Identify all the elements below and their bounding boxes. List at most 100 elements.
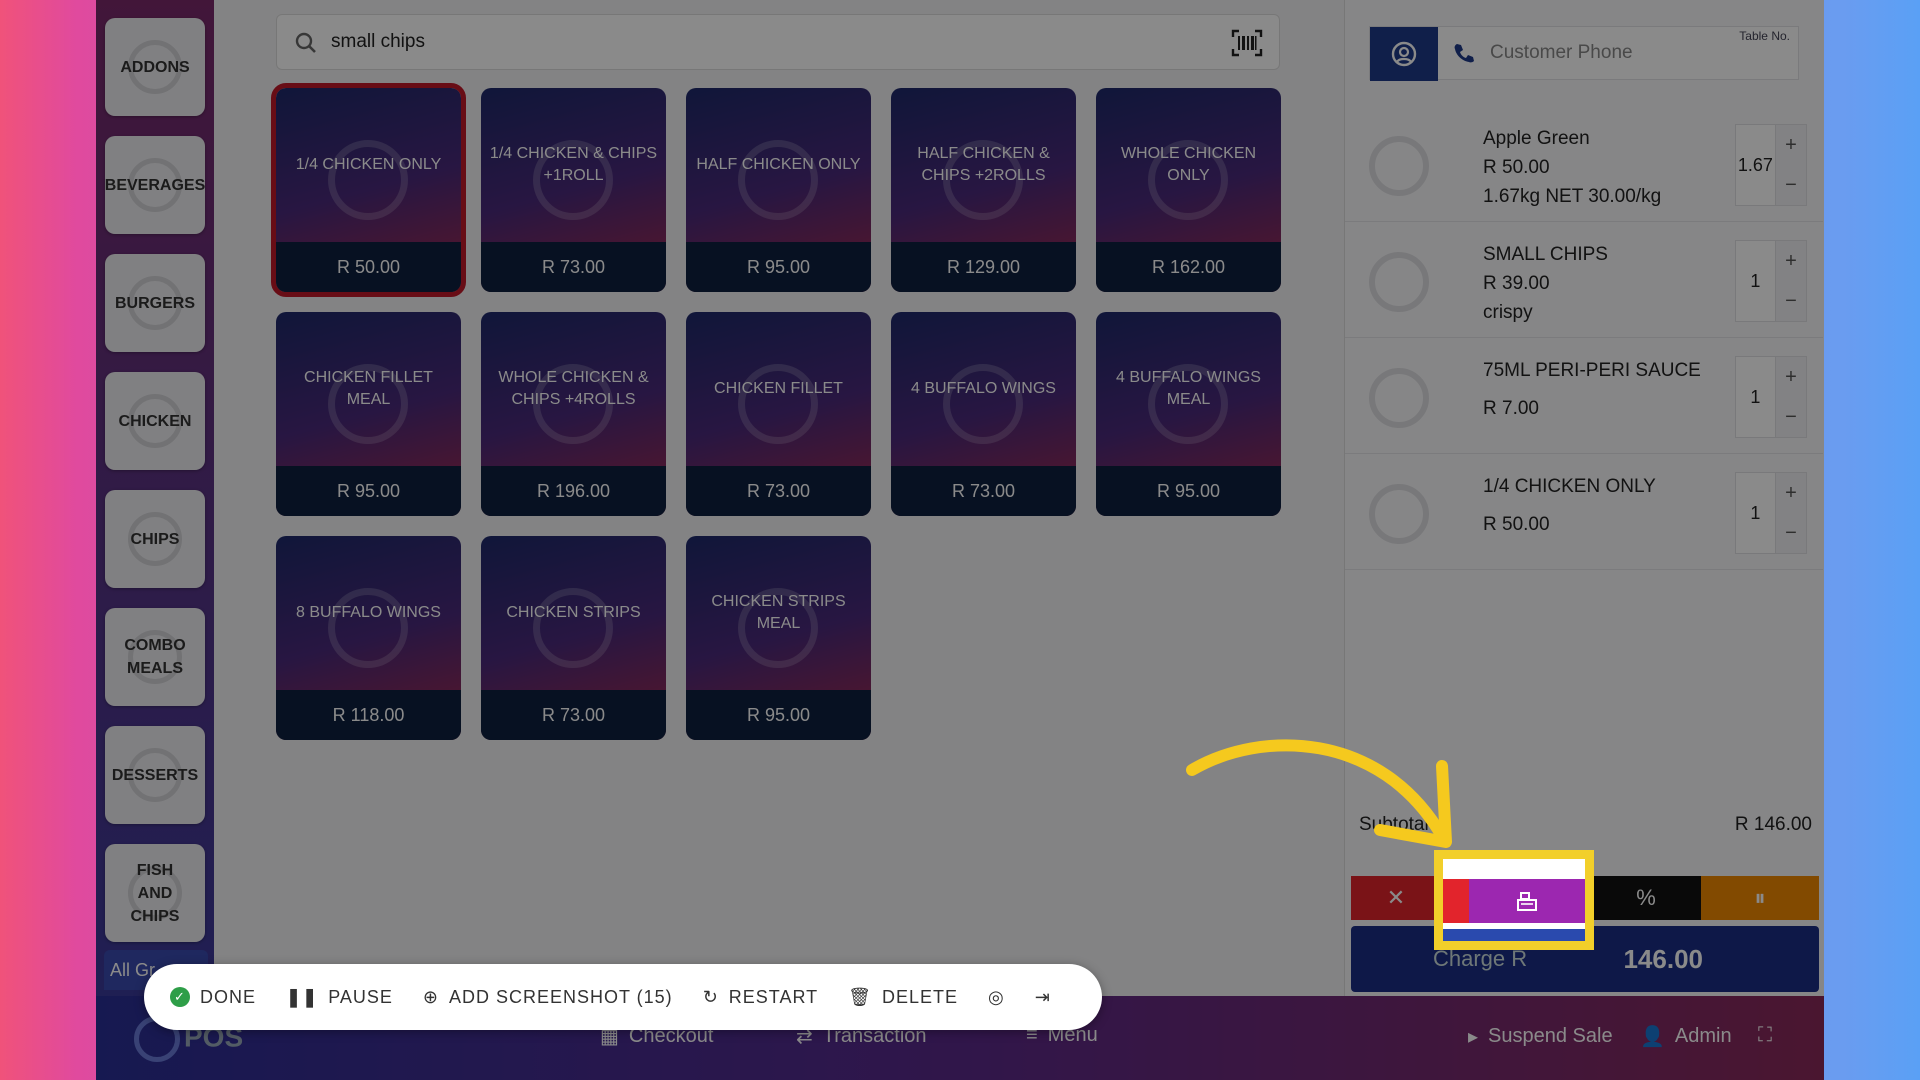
- product-tile[interactable]: HALF CHICKEN & CHIPS +2ROLLS R 129.00: [891, 88, 1076, 292]
- highlighted-cash-drawer-button[interactable]: [1469, 879, 1585, 923]
- cart-item-name: 1/4 CHICKEN ONLY: [1483, 476, 1656, 497]
- minus-icon[interactable]: −: [1776, 165, 1806, 205]
- product-tile[interactable]: CHICKEN FILLET MEAL R 95.00: [276, 312, 461, 516]
- product-price: R 73.00: [481, 242, 666, 292]
- pause-label: PAUSE: [328, 986, 393, 1007]
- fullscreen-icon: ⛶: [1758, 1024, 1772, 1046]
- charge-button-fragment[interactable]: [1443, 929, 1585, 941]
- plus-icon[interactable]: +: [1776, 125, 1806, 165]
- cart-line[interactable]: 75ML PERI-PERI SAUCE R 7.00 1 + −: [1345, 338, 1823, 454]
- logo-watermark-icon: [1369, 136, 1429, 196]
- product-tile[interactable]: CHICKEN STRIPS MEAL R 95.00: [686, 536, 871, 740]
- plus-icon[interactable]: +: [1776, 241, 1806, 281]
- pause-button[interactable]: ❚❚ PAUSE: [286, 987, 393, 1008]
- quantity-value[interactable]: 1.67: [1736, 125, 1775, 205]
- play-icon: ▸: [1468, 1026, 1479, 1048]
- trash-icon: 🗑: [848, 986, 872, 1007]
- product-price: R 95.00: [1096, 466, 1281, 516]
- product-name: 4 BUFFALO WINGS: [911, 380, 1056, 397]
- customer-phone-field[interactable]: Customer Phone: [1490, 42, 1633, 64]
- product-price: R 50.00: [276, 242, 461, 292]
- suspend-sale-button[interactable]: ▸ Suspend Sale: [1468, 1024, 1613, 1049]
- restart-label: RESTART: [728, 986, 819, 1007]
- product-tile[interactable]: HALF CHICKEN ONLY R 95.00: [686, 88, 871, 292]
- category-combo-meals[interactable]: COMBO MEALS: [105, 608, 205, 706]
- restart-icon: ↻: [702, 986, 719, 1007]
- cart-item-price: R 50.00: [1483, 157, 1550, 178]
- minus-icon[interactable]: −: [1776, 397, 1806, 437]
- product-tile[interactable]: CHICKEN STRIPS R 73.00: [481, 536, 666, 740]
- quantity-stepper[interactable]: 1 + −: [1735, 356, 1807, 438]
- product-price: R 95.00: [686, 690, 871, 740]
- product-tile[interactable]: WHOLE CHICKEN ONLY R 162.00: [1096, 88, 1281, 292]
- product-tile[interactable]: CHICKEN FILLET R 73.00: [686, 312, 871, 516]
- category-beverages[interactable]: BEVERAGES: [105, 136, 205, 234]
- cart-item-name: Apple Green: [1483, 128, 1590, 149]
- user-icon: [1391, 41, 1417, 67]
- product-name: CHICKEN FILLET: [714, 380, 843, 397]
- category-burgers[interactable]: BURGERS: [105, 254, 205, 352]
- cancel-order-button-fragment[interactable]: [1443, 879, 1469, 923]
- minus-icon[interactable]: −: [1776, 513, 1806, 553]
- category-label: BURGERS: [114, 294, 195, 312]
- category-fish-and-chips[interactable]: FISH AND CHIPS: [105, 844, 205, 942]
- pause-icon: ❚❚: [286, 986, 319, 1007]
- category-chips[interactable]: CHIPS: [105, 490, 205, 588]
- customer-bar[interactable]: Customer Phone Table No.: [1369, 26, 1799, 81]
- product-tile[interactable]: 4 BUFFALO WINGS MEAL R 95.00: [1096, 312, 1281, 516]
- restart-button[interactable]: ↻ RESTART: [703, 987, 818, 1008]
- collapse-toolbar-button[interactable]: ⇥: [1035, 987, 1051, 1008]
- category-addons[interactable]: ADDONS: [105, 18, 205, 116]
- cart-line[interactable]: SMALL CHIPS R 39.00 crispy 1 + −: [1345, 222, 1823, 338]
- pause-order-button[interactable]: ⏸: [1701, 876, 1819, 920]
- fullscreen-button[interactable]: ⛶: [1758, 1024, 1772, 1047]
- discount-button[interactable]: %: [1591, 876, 1701, 920]
- cart-line[interactable]: 1/4 CHICKEN ONLY R 50.00 1 + −: [1345, 454, 1823, 570]
- cart-item-name: SMALL CHIPS: [1483, 244, 1608, 265]
- product-tile[interactable]: 8 BUFFALO WINGS R 118.00: [276, 536, 461, 740]
- plus-icon[interactable]: +: [1776, 473, 1806, 513]
- category-label: DESSERTS: [111, 766, 199, 784]
- quantity-stepper[interactable]: 1 + −: [1735, 472, 1807, 554]
- table-number-label[interactable]: Table No.: [1739, 29, 1790, 43]
- hide-button[interactable]: ◎: [988, 987, 1005, 1008]
- cart-line[interactable]: Apple Green R 50.00 1.67kg NET 30.00/kg …: [1345, 106, 1823, 222]
- category-desserts[interactable]: DESSERTS: [105, 726, 205, 824]
- product-tile[interactable]: 1/4 CHICKEN ONLY R 50.00: [271, 83, 466, 297]
- quantity-value[interactable]: 1: [1736, 241, 1775, 321]
- product-price: R 73.00: [686, 466, 871, 516]
- quantity-value[interactable]: 1: [1736, 473, 1775, 553]
- cart-item-price: R 50.00: [1483, 514, 1550, 535]
- category-label: ADDONS: [120, 58, 190, 76]
- logo-watermark-icon: [1369, 484, 1429, 544]
- add-screenshot-button[interactable]: ⊕ ADD SCREENSHOT (15): [423, 987, 673, 1008]
- product-name: WHOLE CHICKEN & CHIPS +4ROLLS: [498, 369, 649, 408]
- product-tile[interactable]: 1/4 CHICKEN & CHIPS +1ROLL R 73.00: [481, 88, 666, 292]
- plus-circle-icon: ⊕: [422, 986, 439, 1007]
- cancel-order-button[interactable]: ✕: [1351, 876, 1441, 920]
- product-name: HALF CHICKEN ONLY: [696, 156, 861, 173]
- barcode-scan-icon[interactable]: [1231, 29, 1263, 57]
- product-price: R 95.00: [276, 466, 461, 516]
- customer-button[interactable]: [1370, 27, 1438, 81]
- category-label: BEVERAGES: [104, 176, 206, 194]
- minus-icon[interactable]: −: [1776, 281, 1806, 321]
- product-price: R 73.00: [481, 690, 666, 740]
- admin-button[interactable]: 👤 Admin: [1640, 1024, 1732, 1049]
- cart-item-name: 75ML PERI-PERI SAUCE: [1483, 360, 1701, 381]
- category-chicken[interactable]: CHICKEN: [105, 372, 205, 470]
- product-grid: 1/4 CHICKEN ONLY R 50.00 1/4 CHICKEN & CH…: [271, 83, 1286, 740]
- product-tile[interactable]: WHOLE CHICKEN & CHIPS +4ROLLS R 196.00: [481, 312, 666, 516]
- search-input[interactable]: small chips: [331, 31, 425, 53]
- product-name: 8 BUFFALO WINGS: [296, 604, 441, 621]
- done-button[interactable]: ✓ DONE: [170, 987, 256, 1008]
- delete-button[interactable]: 🗑 DELETE: [848, 987, 958, 1008]
- product-search[interactable]: small chips: [276, 14, 1280, 70]
- subtotal-value: R 146.00: [1734, 814, 1812, 835]
- quantity-value[interactable]: 1: [1736, 357, 1775, 437]
- product-tile[interactable]: 4 BUFFALO WINGS R 73.00: [891, 312, 1076, 516]
- category-label: CHICKEN: [118, 412, 192, 430]
- quantity-stepper[interactable]: 1 + −: [1735, 240, 1807, 322]
- quantity-stepper[interactable]: 1.67 + −: [1735, 124, 1807, 206]
- plus-icon[interactable]: +: [1776, 357, 1806, 397]
